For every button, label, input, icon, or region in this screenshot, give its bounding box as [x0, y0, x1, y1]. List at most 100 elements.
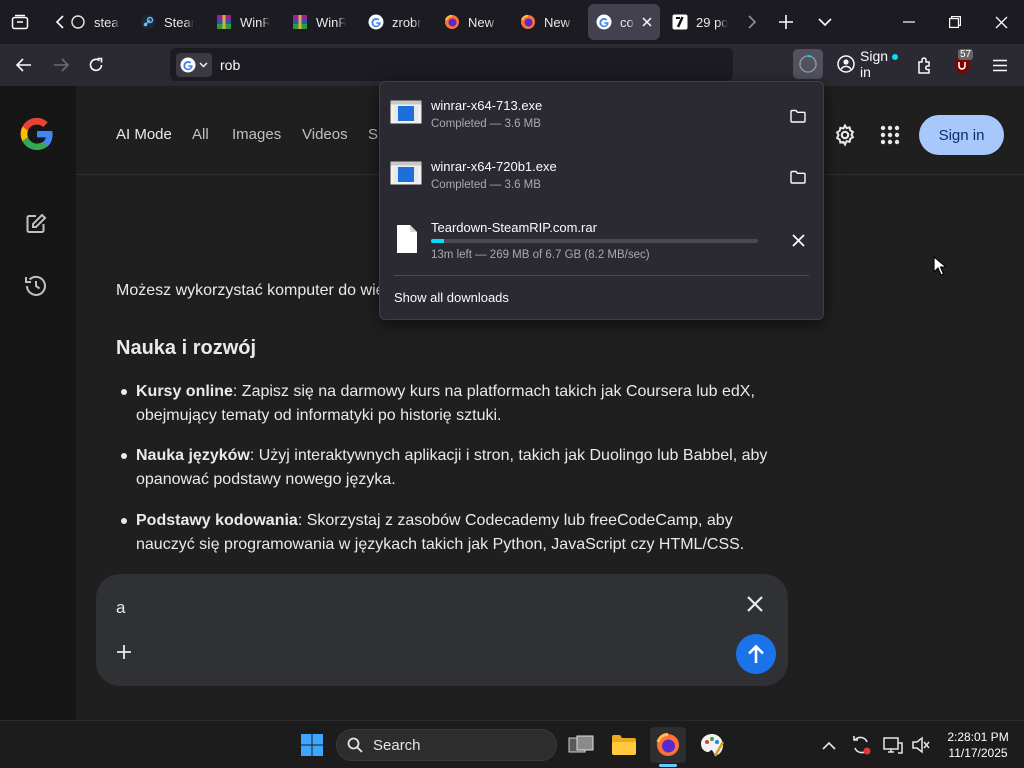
download-progress-fill — [431, 239, 445, 243]
app-menu-icon[interactable] — [986, 52, 1014, 78]
scroll-tabs-right-icon[interactable] — [742, 10, 762, 34]
steam-icon — [140, 14, 156, 30]
address-bar[interactable]: rob — [170, 48, 733, 81]
download-filename: winrar-x64-720b1.exe — [431, 159, 557, 174]
settings-gear-icon[interactable] — [833, 123, 857, 147]
tab-bar: steam Steam WinRAR WinRAR zrobm New T — [0, 0, 1024, 44]
clear-input-icon[interactable] — [747, 596, 763, 612]
sync-tray-icon[interactable] — [843, 727, 879, 763]
list-item-title: Podstawy kodowania — [136, 512, 298, 529]
download-filename: winrar-x64-713.exe — [431, 98, 543, 113]
taskbar-search-box[interactable]: Search — [336, 729, 557, 761]
google-signin-button[interactable]: Sign in — [919, 115, 1004, 155]
close-tab-icon[interactable] — [642, 17, 652, 27]
url-text[interactable]: rob — [220, 57, 240, 73]
apps-grid-icon[interactable] — [880, 125, 900, 145]
download-item[interactable]: winrar-x64-713.exe Completed — 3.6 MB — [388, 88, 817, 144]
account-icon — [837, 55, 855, 73]
active-app-indicator — [659, 764, 677, 767]
new-tab-icon[interactable] — [774, 10, 798, 34]
clock-time: 2:28:01 PM — [947, 730, 1009, 744]
show-in-folder-icon[interactable] — [786, 165, 810, 189]
tab-title: zrobm — [392, 14, 422, 30]
list-all-tabs-icon[interactable] — [813, 10, 837, 34]
tab-shopping[interactable]: S — [368, 126, 378, 143]
notification-dot — [892, 54, 898, 60]
tab-new-tab-1[interactable]: New T — [436, 4, 506, 40]
section-heading: Nauka i rozwój — [116, 337, 257, 359]
tab-steam-page[interactable]: steam — [62, 4, 128, 40]
archive-file-icon — [396, 224, 418, 254]
tab-images[interactable]: Images — [232, 126, 281, 143]
tab-title: WinRAR — [240, 14, 270, 30]
winrar-icon — [292, 14, 308, 30]
paint-app-icon[interactable] — [694, 727, 730, 763]
add-attachment-icon[interactable] — [117, 645, 131, 659]
composer-input[interactable]: a — [116, 598, 125, 618]
list-item: Podstawy kodowania: Skorzystaj z zasobów… — [121, 509, 786, 557]
google-icon — [596, 14, 612, 30]
ublock-extension-icon[interactable]: 57 — [948, 49, 976, 78]
download-status: Completed — 3.6 MB — [431, 118, 541, 130]
left-rail — [0, 86, 76, 720]
tab-winrar-2[interactable]: WinRAR — [284, 4, 354, 40]
tab-new-tab-2[interactable]: New T — [512, 4, 582, 40]
account-signin-button[interactable]: Sign in — [831, 48, 901, 80]
clock-date: 11/17/2025 — [948, 746, 1008, 760]
download-status: Completed — 3.6 MB — [431, 179, 541, 191]
send-button[interactable] — [736, 634, 776, 674]
mouse-cursor-icon — [933, 256, 946, 276]
windows-start-icon[interactable] — [294, 727, 330, 763]
google-logo[interactable] — [19, 116, 55, 152]
exe-file-icon — [390, 100, 422, 124]
arrow-up-icon — [747, 644, 765, 664]
tab-google-zrobm[interactable]: zrobm — [360, 4, 430, 40]
show-in-folder-icon[interactable] — [786, 104, 810, 128]
volume-muted-tray-icon[interactable] — [903, 727, 939, 763]
cancel-download-icon[interactable] — [786, 228, 810, 252]
tab-google-active[interactable]: co — [588, 4, 660, 40]
tab-title: WinRAR — [316, 14, 346, 30]
ai-composer: a — [96, 574, 788, 686]
tab-videos[interactable]: Videos — [302, 126, 348, 143]
taskbar-clock[interactable]: 2:28:01 PM 11/17/2025 — [938, 729, 1018, 761]
windows-taskbar: Search 2:28:01 PM 11/17/2025 — [0, 720, 1024, 768]
minimize-icon[interactable] — [890, 8, 928, 36]
show-all-downloads-link[interactable]: Show all downloads — [394, 290, 509, 305]
task-view-icon[interactable] — [563, 727, 599, 763]
tab-29-po[interactable]: 29 po — [664, 4, 736, 40]
account-signin-label: Sign in — [860, 48, 889, 80]
search-icon — [347, 737, 363, 753]
downloads-button[interactable] — [793, 49, 823, 79]
download-filename: Teardown-SteamRIP.com.rar — [431, 220, 597, 235]
navigation-toolbar: rob Sign in 57 — [0, 44, 1024, 86]
download-progress-bar — [431, 239, 758, 243]
firefox-taskbar-icon[interactable] — [650, 727, 686, 767]
new-chat-icon[interactable] — [24, 212, 48, 236]
back-icon[interactable] — [10, 51, 38, 79]
tab-list-icon[interactable] — [6, 10, 34, 34]
list-item-title: Nauka języków — [136, 447, 250, 464]
tab-winrar-1[interactable]: WinRAR — [208, 4, 278, 40]
search-engine-selector[interactable] — [176, 52, 212, 77]
download-item[interactable]: winrar-x64-720b1.exe Completed — 3.6 MB — [388, 149, 817, 205]
downloads-panel: winrar-x64-713.exe Completed — 3.6 MB wi… — [379, 81, 824, 320]
extensions-icon[interactable] — [910, 52, 938, 78]
exe-file-icon — [390, 161, 422, 185]
tab-steam[interactable]: Steam — [132, 4, 202, 40]
tab-ai-mode[interactable]: AI Mode — [116, 126, 172, 143]
tab-title: co — [620, 14, 634, 30]
tab-title: New T — [468, 14, 498, 30]
close-window-icon[interactable] — [982, 8, 1020, 36]
file-explorer-icon[interactable] — [606, 727, 642, 763]
slash-favicon-icon — [672, 14, 688, 30]
download-item-in-progress[interactable]: Teardown-SteamRIP.com.rar 13m left — 269… — [388, 210, 817, 266]
restore-icon[interactable] — [936, 8, 974, 36]
generic-page-icon — [70, 14, 86, 30]
tab-all[interactable]: All — [192, 126, 209, 143]
forward-icon[interactable] — [47, 51, 75, 79]
show-hidden-icons-chevron-icon[interactable] — [811, 727, 847, 763]
reload-icon[interactable] — [82, 51, 110, 79]
history-icon[interactable] — [23, 273, 49, 299]
list-item: Kursy online: Zapisz się na darmowy kurs… — [121, 380, 786, 428]
